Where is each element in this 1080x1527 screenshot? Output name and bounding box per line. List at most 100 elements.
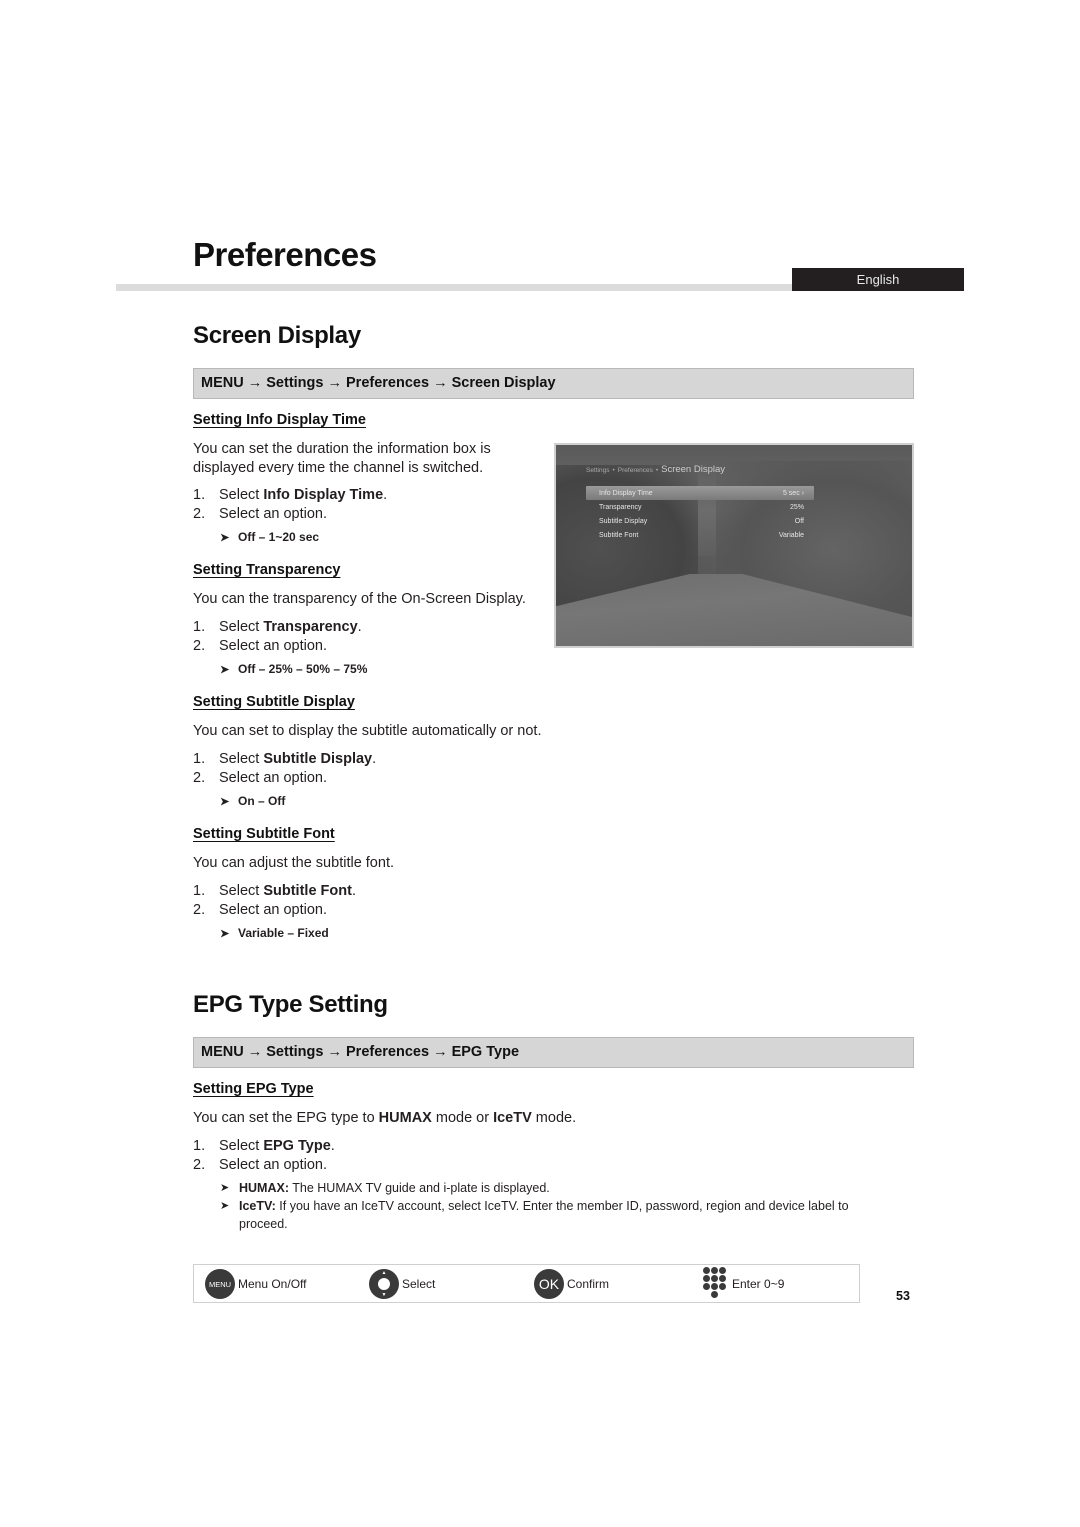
chevron-right-icon: › (801, 489, 804, 497)
legend-item-select: ▲ ▼ Select (369, 1269, 435, 1299)
steps-epg-type: 1. Select EPG Type. 2. Select an option. (193, 1137, 335, 1174)
bullet-separator-icon: • (612, 467, 615, 474)
step-number: 2. (193, 769, 206, 786)
description-text: You can set the EPG type to (193, 1110, 379, 1126)
description-line: You can the transparency of the On-Scree… (193, 591, 526, 607)
page-title: Preferences (193, 236, 377, 273)
step-suffix: . (357, 619, 362, 635)
step-text: Select (219, 751, 264, 767)
heading-info-display-time: Setting Info Display Time (193, 412, 366, 428)
step-item: 2. Select an option. (193, 637, 362, 656)
option-bold-label: IceTV: (239, 1199, 276, 1213)
options-transparency: ➤ Off – 25% – 50% – 75% (220, 662, 367, 676)
language-badge: English (792, 268, 964, 291)
ok-button-icon: OK (534, 1269, 564, 1299)
menu-path-epg-type: MENU → Settings → Preferences → EPG Type (193, 1037, 914, 1068)
step-text: Select an option. (219, 1156, 328, 1173)
step-text: Select an option. (219, 505, 328, 522)
description-text: mode. (531, 1110, 577, 1126)
section-title-epg-type: EPG Type Setting (193, 991, 388, 1018)
tv-breadcrumb: Settings • Preferences • Screen Display (586, 464, 725, 475)
step-item: 1. Select EPG Type. (193, 1137, 335, 1156)
step-number: 2. (193, 637, 206, 654)
page-number: 53 (896, 1289, 910, 1303)
tv-menu-row-info-display-time: Info Display Time 5 sec › (586, 486, 814, 500)
step-text: Select an option. (219, 637, 328, 654)
navigation-button-icon: ▲ ▼ (369, 1269, 399, 1299)
options-subtitle-font: ➤ Variable – Fixed (220, 926, 329, 940)
tv-breadcrumb-item: Preferences (617, 467, 653, 474)
description-bold-humax: HUMAX (378, 1110, 432, 1126)
numeric-keypad-icon (702, 1267, 728, 1301)
step-text: Select an option. (219, 901, 328, 918)
description-text: mode or (431, 1110, 494, 1126)
step-number: 1. (193, 487, 206, 503)
epg-option-humax: ➤ HUMAX: The HUMAX TV guide and i-plate i… (220, 1179, 900, 1197)
legend-label: Menu On/Off (238, 1277, 307, 1291)
step-bold-text: Subtitle Font (263, 883, 352, 899)
step-bold-text: Subtitle Display (263, 751, 373, 767)
tv-menu-row-subtitle-font: Subtitle Font Variable (586, 528, 814, 542)
description-info-display-time: You can set the duration the information… (193, 440, 491, 477)
legend-item-numbers: Enter 0~9 (702, 1266, 784, 1302)
step-suffix: . (351, 883, 356, 899)
tv-row-value: Off (794, 517, 804, 525)
description-line: displayed every time the channel is swit… (193, 459, 484, 476)
tv-breadcrumb-item: Settings (586, 467, 610, 474)
bullet-separator-icon: • (655, 467, 659, 474)
arrow-up-icon: ▲ (381, 1270, 387, 1276)
step-text: Select (219, 619, 264, 635)
step-item: 1. Select Info Display Time. (193, 486, 387, 505)
option-text: The HUMAX TV guide and i-plate is displa… (289, 1181, 550, 1195)
steps-transparency: 1. Select Transparency. 2. Select an optio… (193, 618, 362, 655)
description-subtitle-font: You can adjust the subtitle font. (193, 854, 394, 873)
step-suffix: . (372, 751, 377, 767)
tv-row-value-text: 5 sec (782, 489, 800, 497)
chevron-right-icon: ➤ (220, 1182, 230, 1194)
option-bold-label: HUMAX: (239, 1181, 289, 1195)
tv-row-label: Subtitle Font (599, 531, 639, 539)
chevron-right-icon: ➤ (220, 531, 230, 544)
step-bold-text: Info Display Time (263, 487, 384, 503)
options-subtitle-display: ➤ On – Off (220, 794, 285, 808)
tv-breadcrumb-current: Screen Display (661, 464, 725, 475)
tv-screenshot: Settings • Preferences • Screen Display … (554, 443, 914, 648)
steps-subtitle-display: 1. Select Subtitle Display. 2. Select an o… (193, 750, 376, 787)
step-number: 1. (193, 751, 206, 767)
options-text: Variable – Fixed (238, 926, 329, 940)
title-rule (116, 284, 792, 291)
chevron-right-icon: ➤ (220, 663, 230, 676)
step-number: 2. (193, 505, 206, 522)
description-line: You can set to display the subtitle auto… (193, 723, 542, 739)
heading-subtitle-font: Setting Subtitle Font (193, 826, 335, 842)
tv-row-label: Transparency (599, 503, 642, 511)
step-number: 1. (193, 1138, 206, 1154)
chevron-right-icon: ➤ (220, 795, 230, 808)
heading-epg-type: Setting EPG Type (193, 1081, 314, 1097)
tv-settings-menu: Info Display Time 5 sec › Transparency 25%… (586, 486, 814, 542)
description-epg-type: You can set the EPG type to HUMAX mode o… (193, 1109, 576, 1128)
step-bold-text: Transparency (263, 619, 358, 635)
remote-button-legend: MENU Menu On/Off ▲ ▼ Select OK Confirm E… (193, 1264, 860, 1303)
description-transparency: You can the transparency of the On-Scree… (193, 590, 526, 609)
tv-row-value: 25% (789, 503, 804, 511)
step-number: 2. (193, 901, 206, 918)
step-number: 2. (193, 1156, 206, 1173)
step-bold-text: EPG Type (263, 1138, 331, 1154)
center-dot (378, 1278, 390, 1290)
description-line: You can set the duration the information… (193, 441, 491, 457)
steps-subtitle-font: 1. Select Subtitle Font. 2. Select an opti… (193, 882, 356, 919)
options-text: Off – 1~20 sec (238, 530, 320, 544)
step-text: Select (219, 883, 264, 899)
step-item: 1. Select Subtitle Font. (193, 882, 356, 901)
heading-transparency: Setting Transparency (193, 562, 341, 578)
step-item: 2. Select an option. (193, 1156, 335, 1175)
step-item: 2. Select an option. (193, 769, 376, 788)
description-bold-icetv: IceTV (493, 1110, 532, 1126)
step-text: Select an option. (219, 769, 328, 786)
description-line: You can adjust the subtitle font. (193, 855, 394, 871)
chevron-right-icon: ➤ (220, 927, 230, 940)
step-suffix: . (330, 1138, 335, 1154)
tv-row-label: Info Display Time (599, 489, 653, 497)
options-info-display-time: ➤ Off – 1~20 sec (220, 530, 319, 544)
